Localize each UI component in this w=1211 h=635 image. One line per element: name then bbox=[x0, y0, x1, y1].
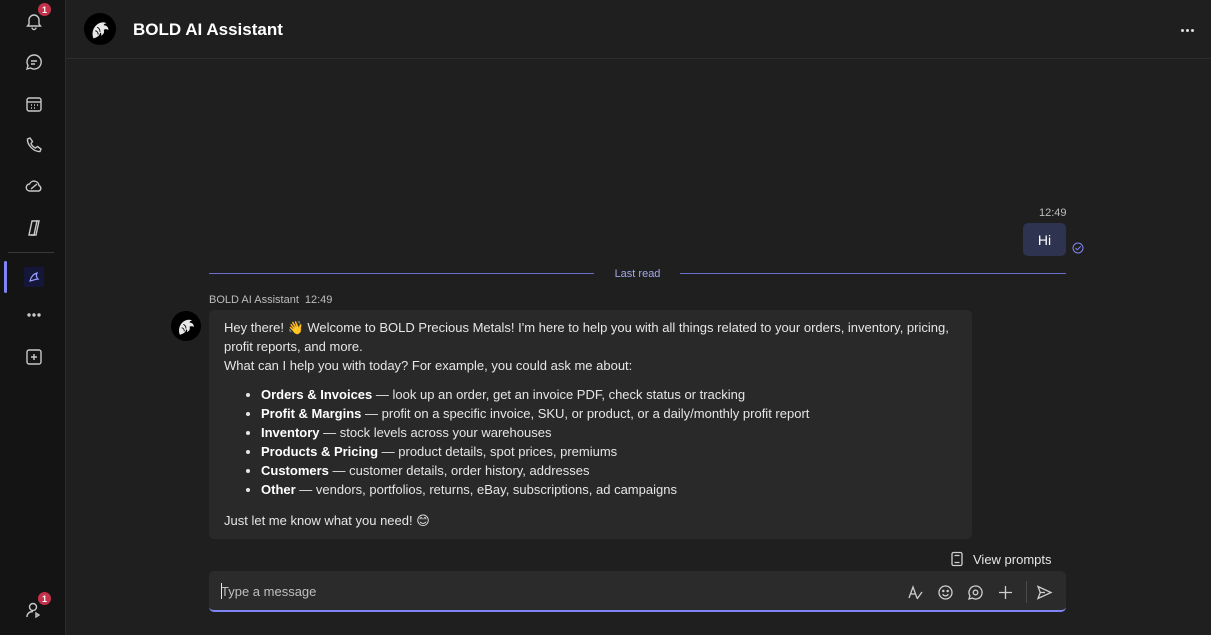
emoji-icon bbox=[937, 584, 953, 600]
sent-message-time: 12:49 bbox=[1039, 207, 1067, 219]
bot-avatar-header[interactable] bbox=[84, 13, 116, 45]
chat-button[interactable] bbox=[17, 45, 51, 79]
chat-header: BOLD AI Assistant bbox=[66, 0, 1211, 59]
bot-intro-line2: What can I help you with today? For exam… bbox=[224, 358, 633, 373]
chat-title: BOLD AI Assistant bbox=[133, 20, 283, 39]
app-rail: 1 1 bbox=[0, 0, 66, 635]
format-pen-icon bbox=[907, 584, 923, 599]
chat-icon bbox=[25, 54, 42, 71]
plus-square-icon bbox=[26, 349, 42, 365]
format-button[interactable] bbox=[905, 582, 925, 602]
lion-logo-icon bbox=[179, 319, 194, 335]
list-item: Orders & Invoices — look up an order, ge… bbox=[261, 385, 957, 404]
profile-badge: 1 bbox=[37, 591, 52, 606]
message-composer bbox=[209, 571, 1066, 612]
bold-app-icon bbox=[24, 267, 44, 287]
calendar-icon bbox=[26, 97, 42, 112]
bot-avatar[interactable] bbox=[171, 311, 201, 341]
bot-topic-list: Orders & Invoices — look up an order, ge… bbox=[261, 385, 957, 499]
last-read-label: Last read bbox=[614, 268, 661, 280]
emoji-button[interactable] bbox=[935, 582, 955, 602]
list-item: Profit & Margins — profit on a specific … bbox=[261, 404, 957, 423]
more-dots-icon bbox=[27, 313, 41, 317]
active-indicator bbox=[4, 261, 7, 293]
bot-message-bubble[interactable]: Hey there! 👋 Welcome to BOLD Precious Me… bbox=[209, 310, 972, 539]
more-options-button[interactable] bbox=[1177, 20, 1197, 40]
list-item: Customers — customer details, order hist… bbox=[261, 461, 957, 480]
view-prompts-label: View prompts bbox=[973, 551, 1052, 567]
profile-button[interactable]: 1 bbox=[17, 591, 52, 627]
plus-icon bbox=[998, 585, 1012, 599]
loop-button[interactable] bbox=[965, 582, 985, 602]
list-item: Products & Pricing — product details, sp… bbox=[261, 442, 957, 461]
add-apps-button[interactable] bbox=[17, 340, 51, 374]
phone-icon bbox=[26, 137, 42, 153]
message-list: 12:49 Hi Last read BOLD AI Assistant 12:4… bbox=[66, 60, 1211, 635]
last-read-divider: Last read bbox=[209, 266, 1066, 282]
cloud-icon bbox=[25, 180, 42, 192]
rail-divider bbox=[8, 252, 54, 253]
bold-ai-app-button[interactable] bbox=[17, 260, 51, 294]
loop-icon bbox=[967, 584, 983, 600]
bot-sender-name: BOLD AI Assistant bbox=[209, 294, 299, 306]
read-receipt-icon bbox=[1072, 242, 1084, 254]
view-prompts-button[interactable]: View prompts bbox=[950, 549, 1052, 569]
send-icon bbox=[1036, 584, 1053, 600]
bot-intro-line1: Hey there! 👋 Welcome to BOLD Precious Me… bbox=[224, 320, 949, 354]
message-input[interactable] bbox=[221, 581, 821, 601]
composer-divider bbox=[1026, 581, 1027, 603]
copilot-button[interactable] bbox=[17, 211, 51, 245]
onedrive-button[interactable] bbox=[17, 169, 51, 203]
sent-message-bubble[interactable]: Hi bbox=[1023, 223, 1066, 256]
attach-button[interactable] bbox=[995, 582, 1015, 602]
copilot-icon bbox=[28, 220, 40, 236]
bot-outro: Just let me know what you need! 😊 bbox=[224, 513, 430, 528]
calendar-button[interactable] bbox=[17, 87, 51, 121]
send-button[interactable] bbox=[1034, 582, 1054, 602]
activity-button[interactable]: 1 bbox=[17, 2, 52, 38]
more-horizontal-icon bbox=[1180, 28, 1184, 32]
list-item: Other — vendors, portfolios, returns, eB… bbox=[261, 480, 957, 499]
text-caret bbox=[221, 583, 222, 599]
lion-logo-icon bbox=[92, 22, 109, 39]
prompts-book-icon bbox=[951, 551, 963, 567]
calls-button[interactable] bbox=[17, 128, 51, 162]
more-apps-button[interactable] bbox=[17, 298, 51, 332]
list-item: Inventory — stock levels across your war… bbox=[261, 423, 957, 442]
bot-message-time: 12:49 bbox=[304, 294, 333, 306]
activity-badge: 1 bbox=[37, 2, 52, 17]
bot-message-meta: BOLD AI Assistant 12:49 bbox=[209, 294, 332, 306]
